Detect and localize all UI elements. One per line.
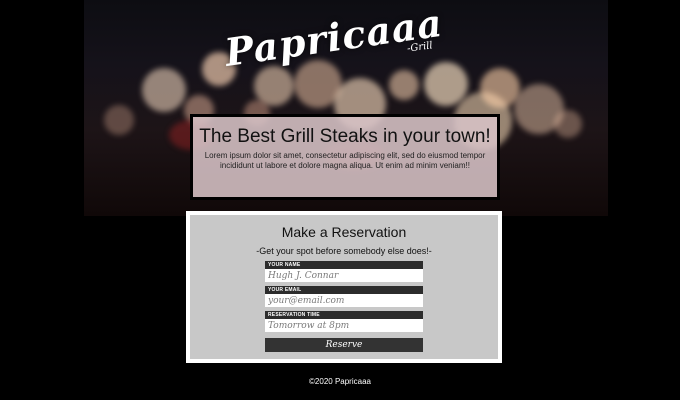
- hero-description: Lorem ipsum dolor sit amet, consectetur …: [204, 151, 486, 170]
- reservation-title: Make a Reservation: [281, 224, 407, 240]
- email-label: YOUR EMAIL: [265, 286, 423, 294]
- email-input[interactable]: [265, 294, 423, 307]
- reservation-card: Make a Reservation -Get your spot before…: [186, 211, 502, 363]
- reservation-form: Make a Reservation -Get your spot before…: [190, 215, 498, 359]
- email-field-group: YOUR EMAIL: [265, 286, 423, 307]
- time-label: RESERVATION TIME: [265, 311, 423, 319]
- time-field-group: RESERVATION TIME: [265, 311, 423, 332]
- name-label: YOUR NAME: [265, 261, 423, 269]
- hero-headline: The Best Grill Steaks in your town!: [199, 126, 491, 147]
- name-field-group: YOUR NAME: [265, 261, 423, 282]
- hero-panel: The Best Grill Steaks in your town! Lore…: [190, 114, 500, 200]
- reserve-button[interactable]: Reserve: [265, 338, 423, 352]
- reservation-subtitle: -Get your spot before somebody else does…: [256, 246, 432, 256]
- name-input[interactable]: [265, 269, 423, 282]
- time-input[interactable]: [265, 319, 423, 332]
- footer-copyright: ©2020 Papricaaa: [309, 377, 371, 386]
